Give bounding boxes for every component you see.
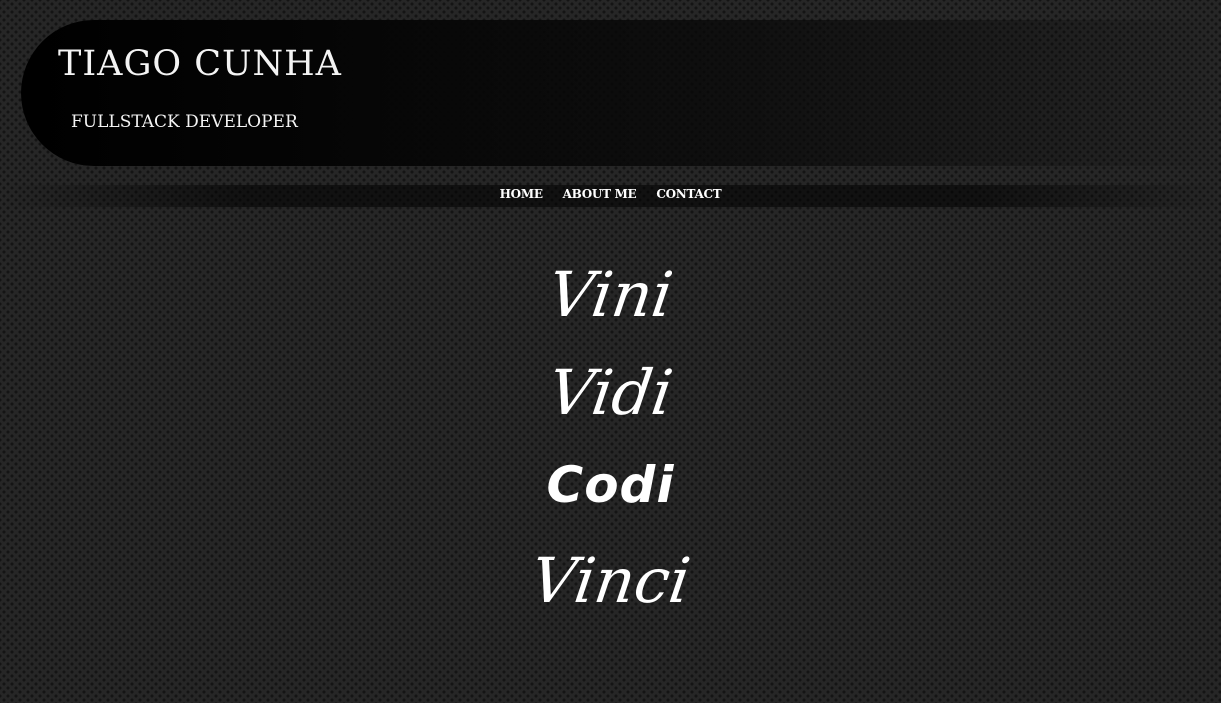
motto-line-vini: Vini: [543, 258, 678, 331]
motto-line-vinci: Vinci: [526, 544, 695, 617]
nav-link-contact[interactable]: CONTACT: [656, 187, 721, 201]
motto-line-codi: Codi: [546, 456, 675, 514]
site-subtitle: FULLSTACK DEVELOPER: [71, 112, 298, 132]
main-nav: HOME ABOUT ME CONTACT: [0, 187, 1221, 201]
nav-link-about-me[interactable]: ABOUT ME: [563, 187, 637, 201]
nav-link-home[interactable]: HOME: [500, 187, 543, 201]
site-title: TIAGO CUNHA: [58, 44, 342, 84]
motto-line-vidi: Vidi: [543, 356, 678, 429]
site-header: TIAGO CUNHA FULLSTACK DEVELOPER: [21, 20, 1221, 166]
